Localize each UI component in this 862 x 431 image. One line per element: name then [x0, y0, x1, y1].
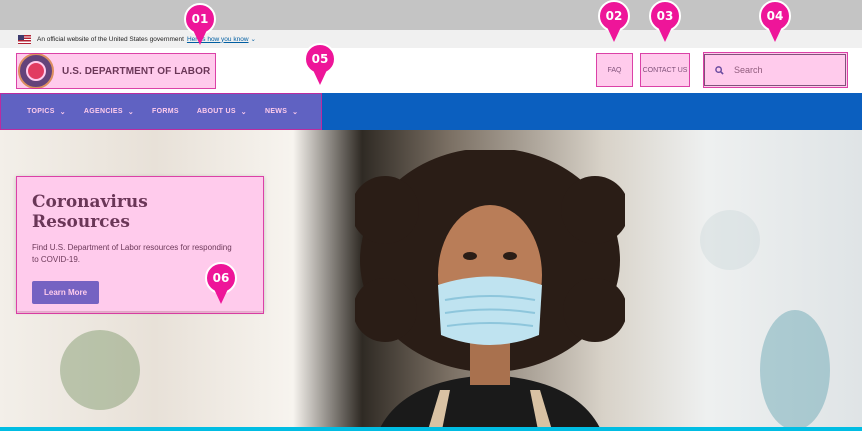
annotation-pin-02: 02	[598, 0, 630, 44]
annotation-pin-01: 01	[184, 3, 216, 47]
annotation-highlight-01	[16, 53, 216, 89]
background-blur	[700, 210, 760, 270]
us-flag-icon	[18, 34, 31, 44]
annotation-pin-04: 04	[759, 0, 791, 44]
background-blur	[760, 310, 830, 427]
gov-banner: An official website of the United States…	[0, 30, 862, 48]
annotation-pin-03: 03	[649, 0, 681, 44]
gov-banner-text: An official website of the United States…	[37, 35, 184, 43]
annotation-pin-05: 05	[304, 43, 336, 87]
top-bar	[0, 0, 862, 30]
annotation-highlight-02	[596, 53, 633, 87]
accent-line	[0, 427, 862, 431]
chevron-down-icon: ⌄	[250, 36, 256, 43]
annotation-highlight-03	[640, 53, 690, 87]
annotation-highlight-05	[0, 93, 322, 130]
annotation-highlight-04	[703, 52, 848, 88]
annotation-pin-06: 06	[205, 262, 237, 306]
hero-photo-woman-mask	[355, 150, 625, 427]
background-blur	[60, 330, 140, 410]
